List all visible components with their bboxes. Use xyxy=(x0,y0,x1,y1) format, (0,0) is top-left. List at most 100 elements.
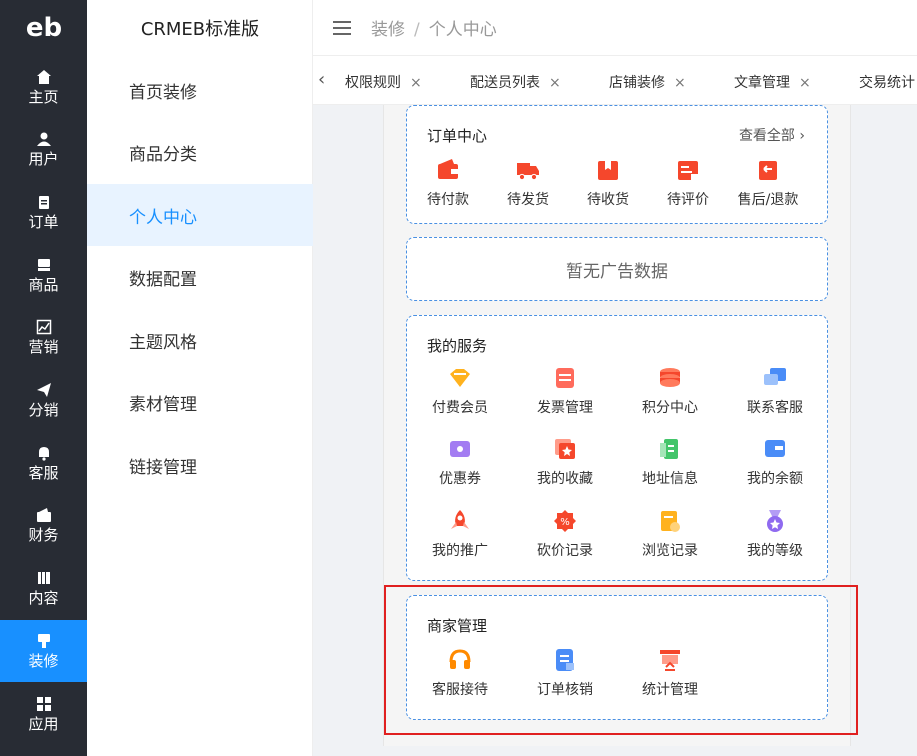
merchant-title: 商家管理 xyxy=(427,617,488,635)
collapse-menu-icon[interactable] xyxy=(333,20,351,35)
submenu-item-5[interactable]: 素材管理 xyxy=(87,372,313,434)
book-icon xyxy=(36,570,52,586)
rail-item-5[interactable]: 分销 xyxy=(0,370,87,432)
review-icon xyxy=(678,161,698,180)
rail-item-8[interactable]: 内容 xyxy=(0,558,87,620)
grid-item-favorite[interactable]: 我的收藏 xyxy=(525,437,605,488)
tab-label: 权限规则 xyxy=(345,75,401,91)
grid-item-refund[interactable]: 售后/退款 xyxy=(728,158,808,209)
wallet-icon xyxy=(36,507,52,523)
close-icon[interactable]: × xyxy=(799,75,811,91)
tab-item-2[interactable]: 店铺装修 × xyxy=(609,72,686,92)
home-icon xyxy=(36,69,52,85)
close-icon[interactable]: × xyxy=(549,75,561,91)
rail-item-7[interactable]: 财务 xyxy=(0,495,87,557)
send-icon xyxy=(36,382,52,398)
refund-icon xyxy=(759,161,777,180)
rail-item-2[interactable]: 订单 xyxy=(0,181,87,243)
breadcrumb-separator: / xyxy=(414,20,420,40)
rail-item-label: 营销 xyxy=(28,338,59,357)
grid-item-coins[interactable]: 积分中心 xyxy=(630,366,710,417)
my-services-card[interactable]: 我的服务 付费会员 发票管理 积分中心 联系客服 优惠券 我的收藏 地址信息 我的余额 我的推广… xyxy=(406,315,828,581)
eb-logo-icon: eb xyxy=(25,13,61,43)
grid-item-label: 我的收藏 xyxy=(537,471,593,487)
coupon-icon xyxy=(450,441,470,457)
grid-item-label: 统计管理 xyxy=(642,682,698,698)
content-area: 订单中心 查看全部 › 待付款 待发货 待收货 待评价 售后/退款 暂无广告数据 我的服… xyxy=(313,105,917,756)
grid-item-label: 浏览记录 xyxy=(642,543,698,559)
rail-item-label: 商品 xyxy=(28,275,59,294)
breadcrumb-item-decoration[interactable]: 装修 xyxy=(371,20,405,40)
grid-item-label: 我的推广 xyxy=(432,543,488,559)
grid-item-medal[interactable]: 我的等级 xyxy=(735,509,815,560)
logo[interactable]: eb xyxy=(0,0,87,56)
rail-item-3[interactable]: 商品 xyxy=(0,244,87,306)
rail-item-0[interactable]: 主页 xyxy=(0,56,87,118)
grid-item-rocket[interactable]: 我的推广 xyxy=(420,509,500,560)
shop-icon xyxy=(36,257,52,273)
ad-card[interactable]: 暂无广告数据 xyxy=(406,237,828,301)
wallet-icon xyxy=(438,159,458,179)
vip-icon xyxy=(450,369,470,387)
app-root: eb 主页 用户 订单 商品 营销 分销 客服 财务 内容 装修 应用 CRMEB标准版 首页装修商… xyxy=(0,0,917,756)
grid-item-label: 待收货 xyxy=(587,192,629,208)
tab-item-1[interactable]: 配送员列表 × xyxy=(470,72,561,92)
grid-item-review[interactable]: 待评价 xyxy=(648,158,728,209)
grid-item-headset[interactable]: 客服接待 xyxy=(420,648,500,699)
submenu-item-2[interactable]: 个人中心 xyxy=(87,184,313,246)
grid-item-vip[interactable]: 付费会员 xyxy=(420,366,500,417)
rail-item-label: 装修 xyxy=(28,651,59,670)
invoice-icon xyxy=(556,368,574,388)
grid-item-label: 我的等级 xyxy=(747,543,803,559)
tab-label: 文章管理 xyxy=(734,75,790,91)
order-center-title: 订单中心 xyxy=(427,127,488,145)
tabs-scroll-left-icon[interactable]: ‹ xyxy=(318,69,325,90)
tab-label: 交易统计 xyxy=(859,75,915,91)
submenu-item-6[interactable]: 链接管理 xyxy=(87,434,313,496)
history-icon xyxy=(661,511,680,532)
grid-item-address[interactable]: 地址信息 xyxy=(630,437,710,488)
grid-item-balance[interactable]: 我的余额 xyxy=(735,437,815,488)
rail-item-label: 财务 xyxy=(28,526,59,545)
grid-item-coupon[interactable]: 优惠券 xyxy=(420,437,500,488)
order-center-card[interactable]: 订单中心 查看全部 › 待付款 待发货 待收货 待评价 售后/退款 xyxy=(406,105,828,224)
rail-item-10[interactable]: 应用 xyxy=(0,683,87,745)
close-icon[interactable]: × xyxy=(674,75,686,91)
tab-item-0[interactable]: 权限规则 × xyxy=(345,72,422,92)
rail-item-6[interactable]: 客服 xyxy=(0,432,87,494)
view-all-link[interactable]: 查看全部 › xyxy=(739,125,805,145)
tabs-bar: ‹ 权限规则 × 配送员列表 × 店铺装修 × 文章管理 × 交易统计 xyxy=(313,57,917,105)
grid-item-history[interactable]: 浏览记录 xyxy=(630,509,710,560)
rail-item-label: 内容 xyxy=(28,589,59,608)
user-icon xyxy=(36,131,52,147)
submenu-item-1[interactable]: 商品分类 xyxy=(87,122,313,184)
grid-item-invoice[interactable]: 发票管理 xyxy=(525,366,605,417)
grid-item-label: 待评价 xyxy=(667,192,709,208)
grid-item-verify[interactable]: 订单核销 xyxy=(525,648,605,699)
rail-item-label: 订单 xyxy=(28,212,59,231)
submenu-item-4[interactable]: 主题风格 xyxy=(87,309,313,371)
grid-item-chat[interactable]: 联系客服 xyxy=(735,366,815,417)
grid-item-label: 优惠券 xyxy=(439,471,481,487)
headset-icon xyxy=(449,649,471,669)
rail-item-9[interactable]: 装修 xyxy=(0,620,87,683)
grid-item-truck[interactable]: 待发货 xyxy=(488,158,568,209)
grid-item-package[interactable]: 待收货 xyxy=(568,158,648,209)
tab-label: 配送员列表 xyxy=(470,75,540,91)
submenu-item-0[interactable]: 首页装修 xyxy=(87,59,313,121)
close-icon[interactable]: × xyxy=(410,75,422,91)
tab-item-4[interactable]: 交易统计 xyxy=(859,72,915,92)
rail-item-1[interactable]: 用户 xyxy=(0,119,87,181)
favorite-icon xyxy=(555,439,575,459)
grid-item-wallet[interactable]: 待付款 xyxy=(408,158,488,209)
grid-item-label: 地址信息 xyxy=(642,471,698,487)
tab-item-3[interactable]: 文章管理 × xyxy=(734,72,811,92)
submenu-item-3[interactable]: 数据配置 xyxy=(87,247,313,309)
rail-item-4[interactable]: 营销 xyxy=(0,307,87,369)
grid-item-label: 订单核销 xyxy=(537,682,593,698)
chat-icon xyxy=(764,368,786,385)
grid-item-discount[interactable]: % 砍价记录 xyxy=(525,509,605,560)
grid-item-label: 客服接待 xyxy=(432,682,488,698)
merchant-card[interactable]: 商家管理 客服接待 订单核销 统计管理 xyxy=(406,595,828,720)
grid-item-stats[interactable]: 统计管理 xyxy=(630,648,710,699)
